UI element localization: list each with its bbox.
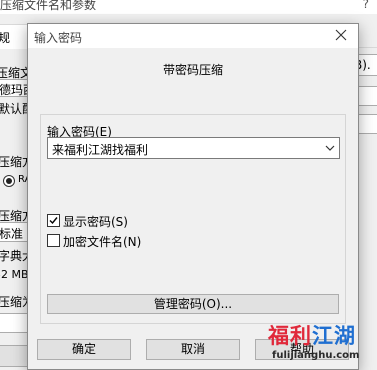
dialog-title: 输入密码 [34,31,83,45]
background-button-bottom[interactable] [0,345,29,367]
show-password-label[interactable]: 显示密码(S) [63,213,128,230]
watermark-logo: 福利江湖 fulijianghu.com [268,320,377,368]
checkmark-icon [49,217,58,225]
ok-button[interactable]: 确定 [37,339,131,360]
password-combobox[interactable]: 来福利江湖找福利 [47,137,340,159]
watermark-title: 福利江湖 [268,320,356,350]
background-window-title: 压缩文件名和参数 [0,0,97,12]
background-field-right-1[interactable] [356,86,377,106]
background-dictionary-value: 32 MB [0,268,29,281]
dialog-titlebar: 输入密码 [28,24,358,48]
cancel-button[interactable]: 取消 [146,339,240,360]
background-field-right-2[interactable] [356,114,377,134]
watermark-text-red: 福利 [268,324,312,348]
background-method-select[interactable]: 标准 [0,222,30,242]
background-titlebar: 压缩文件名和参数 ? [0,0,377,14]
background-split-field[interactable] [0,313,30,333]
dialog-heading: 带密码压缩 [162,63,223,77]
password-value[interactable]: 来福利江湖找福利 [52,141,148,158]
background-help-button[interactable]: ? [363,0,369,11]
chevron-down-icon[interactable] [325,145,335,152]
manage-passwords-button[interactable]: 管理密码(O)... [47,294,339,314]
password-dialog: 输入密码 带密码压缩 输入密码(E) 来福利江湖找福利 显示密码(S) 加密文件… [27,23,359,370]
encrypt-filenames-checkbox[interactable] [47,234,60,247]
watermark-text-blue: 江湖 [312,324,356,348]
close-icon [335,29,347,41]
encrypt-filenames-label[interactable]: 加密文件名(N) [63,233,141,250]
radio-selected-icon[interactable] [3,175,15,187]
background-method-value: 标准 [0,227,24,241]
background-tab-label: 规 [0,31,11,45]
close-button[interactable] [331,25,351,45]
show-password-checkbox[interactable] [47,214,60,227]
watermark-url: fulijianghu.com [272,350,360,361]
